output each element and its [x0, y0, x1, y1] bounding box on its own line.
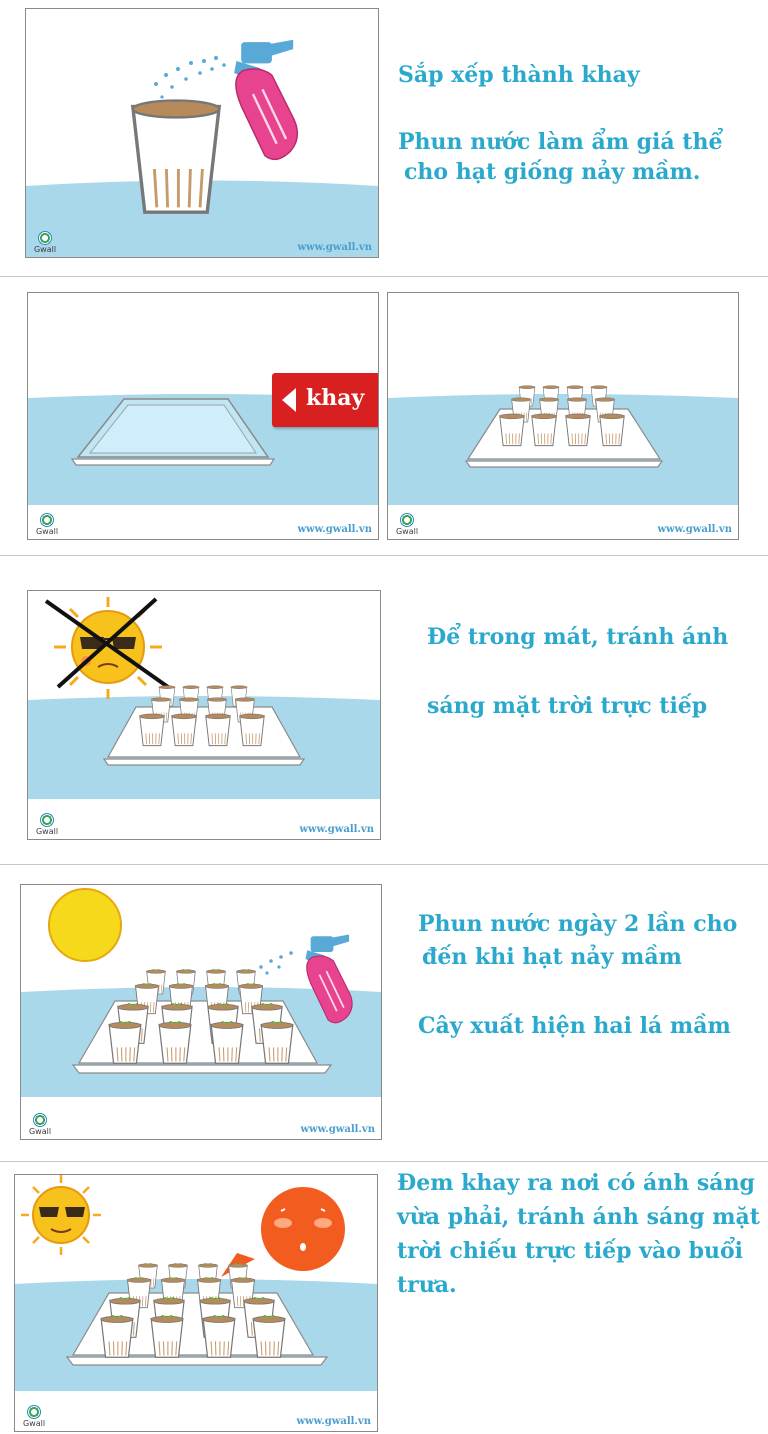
site-url: www.gwall.vn	[300, 1124, 375, 1135]
step-1-caption: Sắp xếp thành khay Phun nước làm ẩm giá …	[398, 60, 758, 187]
site-url: www.gwall.vn	[296, 1416, 371, 1427]
site-url: www.gwall.vn	[297, 524, 372, 535]
gwall-logo-icon	[40, 813, 54, 827]
gwall-logo-name: Gwall	[22, 1419, 46, 1428]
tray-label-tag: khay	[272, 373, 378, 427]
step-1-illustration: Gwall www.gwall.vn	[25, 8, 379, 258]
step-4-line-1: Phun nước ngày 2 lần cho	[418, 911, 738, 937]
site-url: www.gwall.vn	[299, 824, 374, 835]
step-4-caption: Phun nước ngày 2 lần cho đến khi hạt nảy…	[418, 908, 758, 1043]
spray-bottle-icon	[206, 35, 326, 165]
step-1-line-2: Phun nước làm ẩm giá thể	[398, 129, 723, 155]
cup-grid-icon	[499, 385, 625, 447]
site-url: www.gwall.vn	[297, 242, 372, 253]
gwall-logo-icon	[40, 513, 54, 527]
gwall-logo: Gwall	[30, 231, 60, 254]
gwall-logo-name: Gwall	[28, 1127, 52, 1136]
gwall-logo: Gwall	[19, 1405, 49, 1428]
sun-icon	[48, 888, 122, 962]
gwall-logo-icon	[27, 1405, 41, 1419]
tray-label-text: khay	[306, 385, 365, 411]
spray-bottle-icon	[285, 931, 373, 1027]
gwall-logo-name: Gwall	[35, 827, 59, 836]
gwall-logo-name: Gwall	[33, 245, 57, 254]
step-2-empty-tray-illustration: khay Gwall www.gwall.vn	[27, 292, 379, 540]
cup-grid-icon	[139, 685, 265, 747]
step-5-line-3: trời chiếu trực tiếp vào buổi	[397, 1238, 743, 1264]
step-5-line-2: vừa phải, tránh ánh sáng mặt	[397, 1204, 760, 1230]
arrow-left-icon	[282, 388, 296, 412]
step-3-caption: Để trong mát, tránh ánh sáng mặt trời tr…	[427, 622, 757, 721]
step-4-line-3: Cây xuất hiện hai lá mầm	[418, 1013, 731, 1039]
crossed-sun-icon	[44, 597, 170, 699]
step-4-line-2: đến khi hạt nảy mầm	[422, 944, 682, 970]
step-1-line-1: Sắp xếp thành khay	[398, 62, 640, 88]
step-3-illustration: Gwall www.gwall.vn	[27, 590, 381, 840]
step-5-line-1: Đem khay ra nơi có ánh sáng	[397, 1170, 755, 1196]
sun-with-glasses-icon	[21, 1175, 101, 1255]
step-1-line-3: cho hạt giống nảy mầm.	[404, 159, 701, 185]
gwall-logo-name: Gwall	[395, 527, 419, 536]
sprout-cup-grid-icon	[108, 969, 294, 1065]
step-3-line-2: sáng mặt trời trực tiếp	[427, 693, 708, 719]
gwall-logo-icon	[33, 1113, 47, 1127]
step-4-illustration: Gwall www.gwall.vn	[20, 884, 382, 1140]
gwall-logo: Gwall	[392, 513, 422, 536]
site-url: www.gwall.vn	[657, 524, 732, 535]
gwall-logo-icon	[400, 513, 414, 527]
step-5-illustration: Gwall www.gwall.vn	[14, 1174, 378, 1432]
gwall-logo: Gwall	[32, 513, 62, 536]
gwall-logo-name: Gwall	[35, 527, 59, 536]
step-2-filled-tray-illustration: Gwall www.gwall.vn	[387, 292, 739, 540]
gwall-logo: Gwall	[32, 813, 62, 836]
step-3-line-1: Để trong mát, tránh ánh	[427, 624, 729, 650]
gwall-logo-icon	[38, 231, 52, 245]
step-5-caption: Đem khay ra nơi có ánh sáng vừa phải, tr…	[397, 1166, 763, 1302]
gwall-logo: Gwall	[25, 1113, 55, 1136]
sprout-cup-grid-icon	[100, 1263, 286, 1359]
step-5-line-4: trưa.	[397, 1272, 457, 1298]
